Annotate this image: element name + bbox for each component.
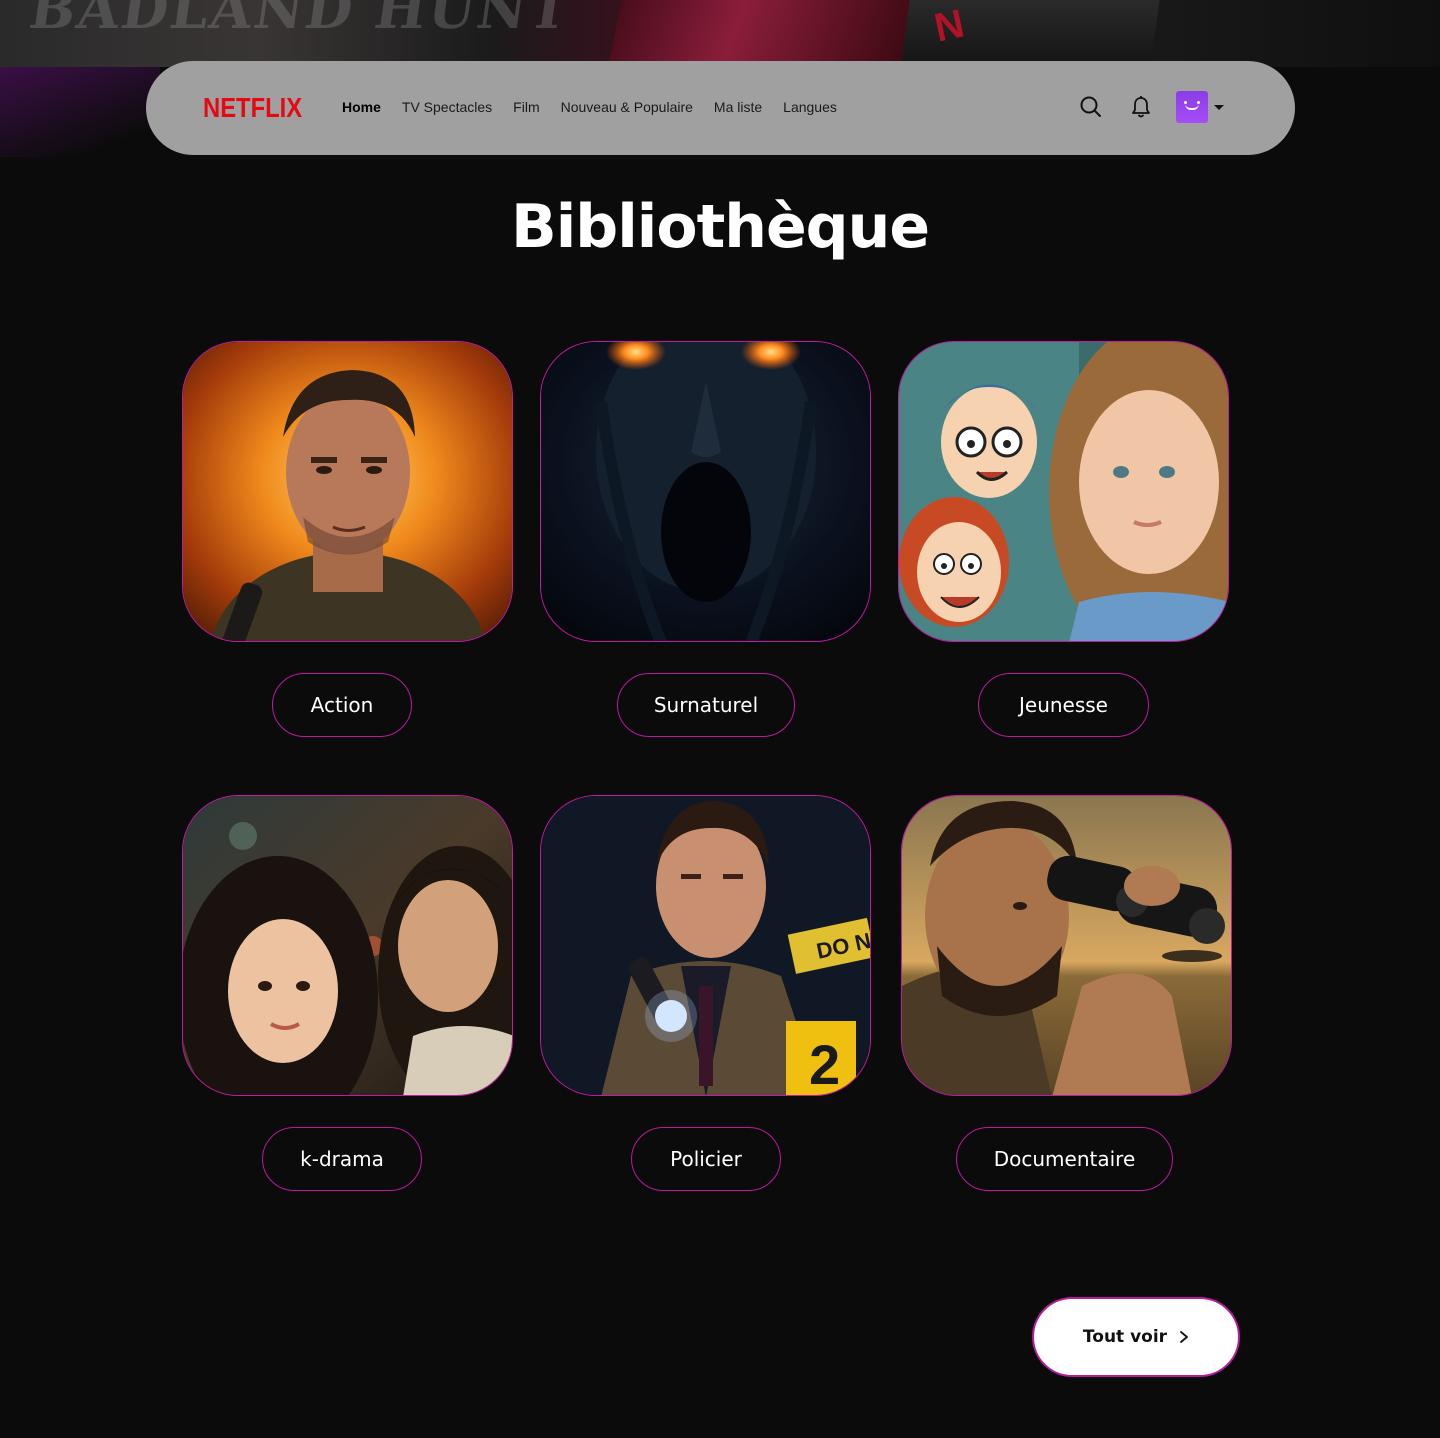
detective-flashlight-image: DO N 2 — [541, 796, 870, 1096]
top-navbar: NETFLIX Home TV Spectacles Film Nouveau … — [146, 61, 1295, 155]
hero-poster-red — [607, 0, 923, 67]
supernatural-creature-image — [541, 342, 870, 641]
svg-text:2: 2 — [809, 1033, 840, 1096]
nav-link-tv-spectacles[interactable]: TV Spectacles — [402, 99, 492, 115]
action-hero-image — [183, 342, 512, 641]
category-card-action[interactable] — [182, 341, 513, 642]
nav-link-nouveau-populaire[interactable]: Nouveau & Populaire — [561, 99, 693, 115]
category-pill-k-drama[interactable]: k-drama — [262, 1127, 422, 1191]
category-pill-policier[interactable]: Policier — [631, 1127, 781, 1191]
see-all-button[interactable]: Tout voir — [1032, 1297, 1240, 1377]
category-card-surnaturel[interactable] — [540, 341, 871, 642]
documentary-binoculars-image — [902, 796, 1231, 1095]
category-pill-action[interactable]: Action — [272, 673, 412, 737]
purple-glow — [0, 67, 160, 157]
nav-icons — [1076, 89, 1224, 125]
nav-link-home[interactable]: Home — [342, 99, 381, 115]
avatar-smile-icon — [1185, 104, 1199, 110]
category-card-jeunesse[interactable] — [898, 341, 1229, 642]
category-pill-jeunesse[interactable]: Jeunesse — [978, 673, 1149, 737]
category-card-policier[interactable]: DO N 2 — [540, 795, 871, 1096]
category-pill-documentaire[interactable]: Documentaire — [956, 1127, 1173, 1191]
nav-link-ma-liste[interactable]: Ma liste — [714, 99, 762, 115]
category-pill-surnaturel[interactable]: Surnaturel — [617, 673, 795, 737]
hero-backdrop: BADLAND HUNT N — [0, 0, 1440, 67]
netflix-logo[interactable]: NETFLIX — [203, 92, 302, 124]
nav-link-film[interactable]: Film — [513, 99, 539, 115]
caret-down-icon[interactable] — [1214, 104, 1224, 110]
youth-girl-cartoon-image — [899, 342, 1228, 641]
chevron-right-icon — [1180, 1331, 1188, 1343]
search-icon[interactable] — [1076, 89, 1106, 125]
nav-link-langues[interactable]: Langues — [783, 99, 837, 115]
see-all-label: Tout voir — [1082, 1327, 1168, 1347]
page-title: Bibliothèque — [510, 192, 930, 262]
bell-icon[interactable] — [1126, 89, 1156, 125]
category-card-documentaire[interactable] — [901, 795, 1232, 1096]
category-card-k-drama[interactable] — [182, 795, 513, 1096]
profile-avatar[interactable] — [1176, 91, 1208, 123]
nav-links: Home TV Spectacles Film Nouveau & Popula… — [342, 99, 837, 115]
hero-ghost-text: BADLAND HUNT — [25, 0, 576, 41]
kdrama-couple-image — [183, 796, 512, 1095]
